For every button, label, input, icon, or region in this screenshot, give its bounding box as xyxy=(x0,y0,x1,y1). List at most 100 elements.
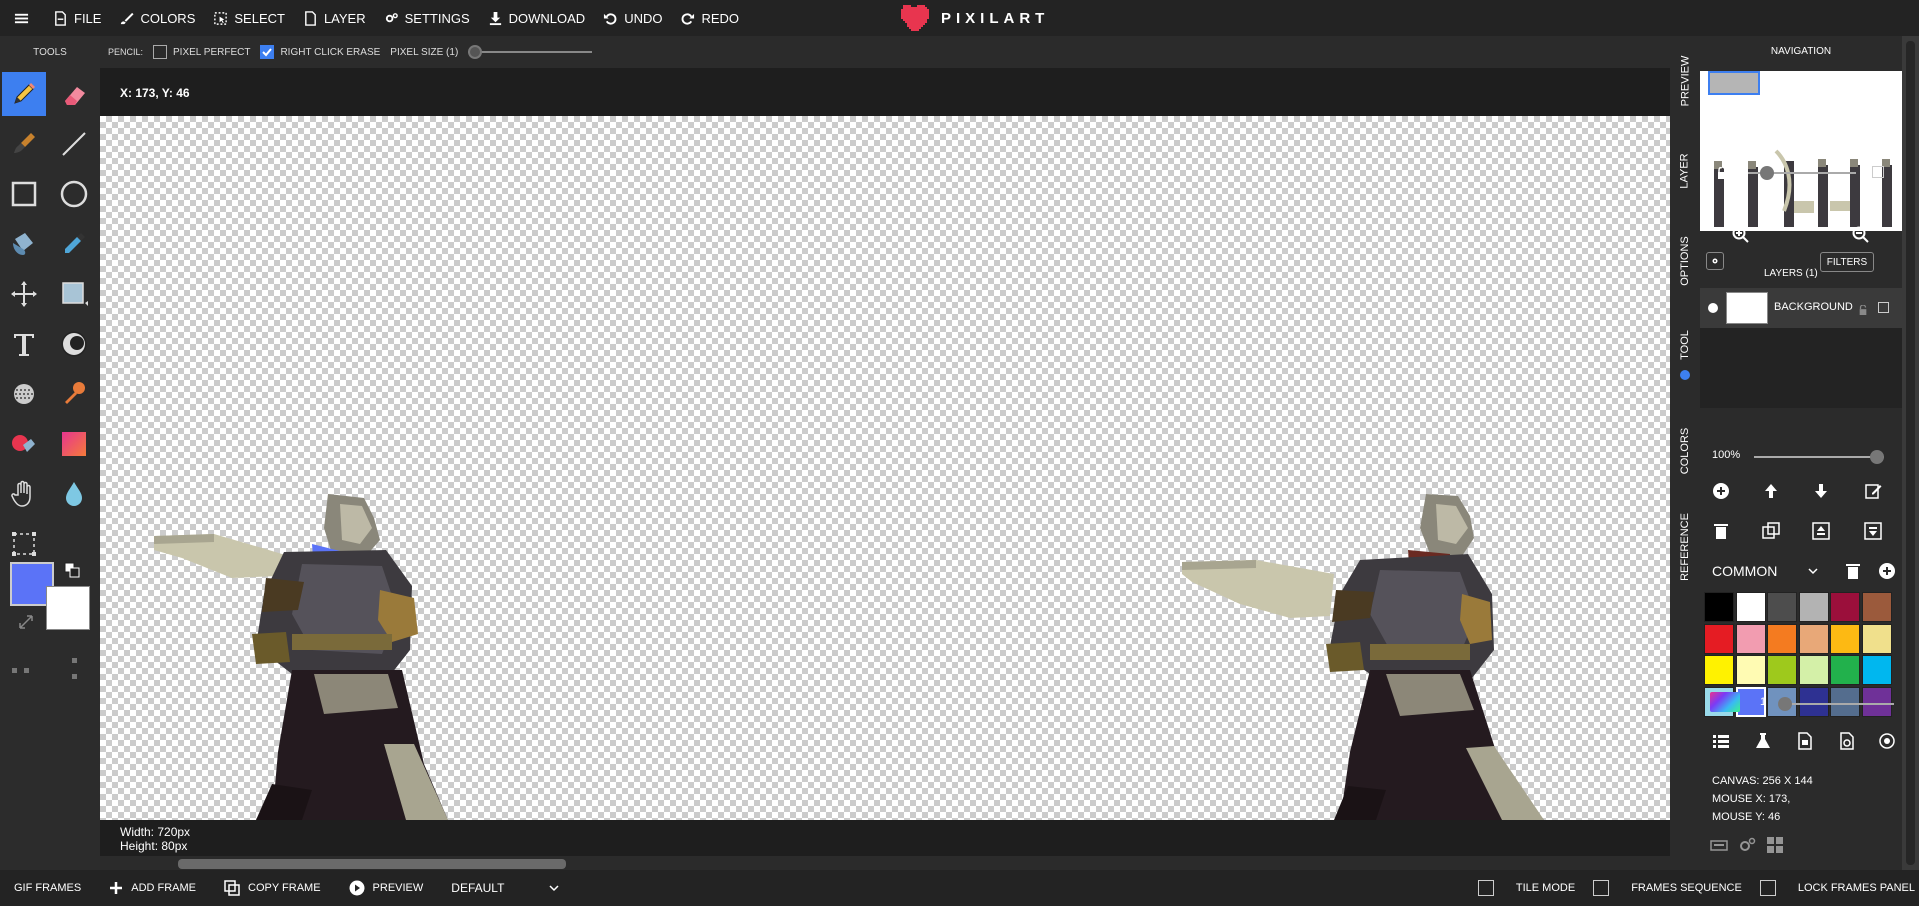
gradient-tool[interactable] xyxy=(52,422,96,466)
right-panel-scrollbar[interactable] xyxy=(1902,36,1919,870)
layer-select-checkbox[interactable] xyxy=(1878,302,1889,313)
zoom-in-icon[interactable] xyxy=(1732,226,1750,244)
lighten-tool[interactable] xyxy=(52,322,96,366)
zoom-out-icon[interactable] xyxy=(1852,226,1870,244)
palette-swatch[interactable] xyxy=(1830,592,1860,622)
palette-swatch[interactable] xyxy=(1735,623,1766,654)
dither-tool[interactable] xyxy=(2,372,46,416)
palette-swatch[interactable] xyxy=(1830,623,1860,654)
flask-icon[interactable] xyxy=(1754,732,1772,750)
palette-swatch[interactable] xyxy=(1704,623,1734,654)
palette-swatch[interactable] xyxy=(1861,623,1892,654)
tab-options[interactable]: OPTIONS xyxy=(1670,226,1700,296)
palette-swatch[interactable] xyxy=(1767,623,1797,654)
color-picker-icon[interactable] xyxy=(1710,692,1740,712)
hand-tool[interactable] xyxy=(2,472,46,516)
swap-colors-icon[interactable] xyxy=(18,614,34,630)
colors-menu[interactable]: COLORS xyxy=(119,0,195,36)
nav-zoom-slider[interactable] xyxy=(1748,166,1856,180)
eyedropper-tool[interactable] xyxy=(52,222,96,266)
palette-swatch[interactable] xyxy=(1798,655,1829,685)
select-tool[interactable] xyxy=(52,272,96,316)
tab-preview[interactable]: PREVIEW xyxy=(1670,46,1700,116)
file-menu[interactable]: FILE xyxy=(53,0,101,36)
merge-down-icon[interactable] xyxy=(1864,522,1882,540)
palette-swatch[interactable] xyxy=(1735,655,1766,685)
export-palette-icon[interactable] xyxy=(1838,732,1856,750)
grid-icon[interactable] xyxy=(1766,836,1784,854)
keyboard-icon[interactable] xyxy=(1710,836,1728,854)
palette-swatch[interactable] xyxy=(1830,655,1860,685)
gif-frames-label[interactable]: GIF FRAMES xyxy=(14,882,81,894)
import-palette-icon[interactable] xyxy=(1796,732,1814,750)
palette-swatch[interactable] xyxy=(1767,592,1797,622)
copy-frame-button[interactable]: COPY FRAME xyxy=(224,880,321,896)
palette-swatch[interactable] xyxy=(1861,655,1892,685)
ellipse-tool[interactable] xyxy=(52,172,96,216)
layer-settings-button[interactable] xyxy=(1706,252,1724,270)
blur-tool[interactable] xyxy=(52,472,96,516)
nav-fit-checkbox[interactable] xyxy=(1872,166,1884,178)
layer-visibility-icon[interactable] xyxy=(1708,303,1718,313)
palette-swatch[interactable] xyxy=(1861,592,1892,622)
tab-colors[interactable]: COLORS xyxy=(1670,416,1700,486)
viewport-indicator[interactable] xyxy=(1708,71,1760,95)
tab-layer[interactable]: LAYER xyxy=(1670,136,1700,206)
tab-tool[interactable]: TOOL xyxy=(1670,320,1700,370)
edit-layer-icon[interactable] xyxy=(1864,482,1882,500)
settings-menu[interactable]: SETTINGS xyxy=(384,0,470,36)
move-layer-down-icon[interactable] xyxy=(1812,482,1830,500)
navigation-preview[interactable] xyxy=(1700,71,1902,231)
layer-row-background[interactable]: BACKGROUND xyxy=(1700,288,1902,328)
add-palette-icon[interactable] xyxy=(1878,562,1895,579)
palette-swatch[interactable] xyxy=(1798,592,1829,622)
palette-swatch[interactable] xyxy=(1767,655,1797,685)
palette-select[interactable]: COMMON xyxy=(1712,560,1818,582)
lock-frames-toggle[interactable]: LOCK FRAMES PANEL xyxy=(1759,880,1915,896)
nav-lock-icon[interactable] xyxy=(1716,166,1728,179)
tab-reference[interactable]: REFERENCE xyxy=(1670,502,1700,592)
horizontal-scroll-thumb[interactable] xyxy=(178,859,566,869)
eraser-tool[interactable] xyxy=(52,72,96,116)
add-frame-button[interactable]: ADD FRAME xyxy=(109,881,196,895)
hamburger-menu-icon[interactable] xyxy=(14,0,29,36)
select-menu[interactable]: SELECT xyxy=(213,0,285,36)
right-click-erase-checkbox[interactable] xyxy=(260,45,275,59)
animation-select[interactable]: DEFAULT xyxy=(451,881,559,895)
layer-opacity-slider[interactable] xyxy=(1754,450,1884,464)
merge-up-icon[interactable] xyxy=(1812,522,1830,540)
palette-swatch[interactable] xyxy=(1735,592,1766,622)
crop-tool[interactable] xyxy=(2,522,46,566)
target-icon[interactable] xyxy=(1878,732,1896,750)
secondary-color-swatch[interactable] xyxy=(46,586,90,630)
horizontal-scrollbar[interactable] xyxy=(100,856,1670,870)
layer-menu[interactable]: LAYER xyxy=(303,0,366,36)
download-menu[interactable]: DOWNLOAD xyxy=(488,0,585,36)
duplicate-layer-icon[interactable] xyxy=(1762,522,1780,540)
cogs-icon[interactable] xyxy=(1738,836,1756,854)
list-view-icon[interactable] xyxy=(1712,732,1730,750)
line-tool[interactable] xyxy=(52,122,96,166)
fill-bucket-tool[interactable] xyxy=(2,222,46,266)
text-tool[interactable] xyxy=(2,322,46,366)
layer-lock-icon[interactable] xyxy=(1858,302,1868,315)
default-colors-icon[interactable] xyxy=(64,562,80,578)
move-layer-up-icon[interactable] xyxy=(1762,482,1780,500)
undo-button[interactable]: UNDO xyxy=(603,0,662,36)
pencil-tool[interactable] xyxy=(2,72,46,116)
stamp-tool[interactable] xyxy=(52,372,96,416)
add-layer-icon[interactable] xyxy=(1712,482,1730,500)
delete-palette-icon[interactable] xyxy=(1844,562,1860,579)
pixel-size-slider[interactable] xyxy=(468,45,593,59)
filters-button[interactable]: FILTERS xyxy=(1820,252,1874,272)
brush-tool[interactable] xyxy=(2,122,46,166)
color-replace-tool[interactable] xyxy=(2,422,46,466)
palette-swatch[interactable] xyxy=(1704,592,1734,622)
tile-mode-toggle[interactable]: TILE MODE xyxy=(1477,880,1575,896)
redo-button[interactable]: REDO xyxy=(680,0,739,36)
lock-frames-checkbox[interactable] xyxy=(1759,880,1776,896)
brush-size-slider[interactable] xyxy=(1778,697,1894,711)
move-tool[interactable] xyxy=(2,272,46,316)
pixel-perfect-checkbox[interactable] xyxy=(153,45,168,59)
delete-layer-icon[interactable] xyxy=(1712,522,1730,540)
